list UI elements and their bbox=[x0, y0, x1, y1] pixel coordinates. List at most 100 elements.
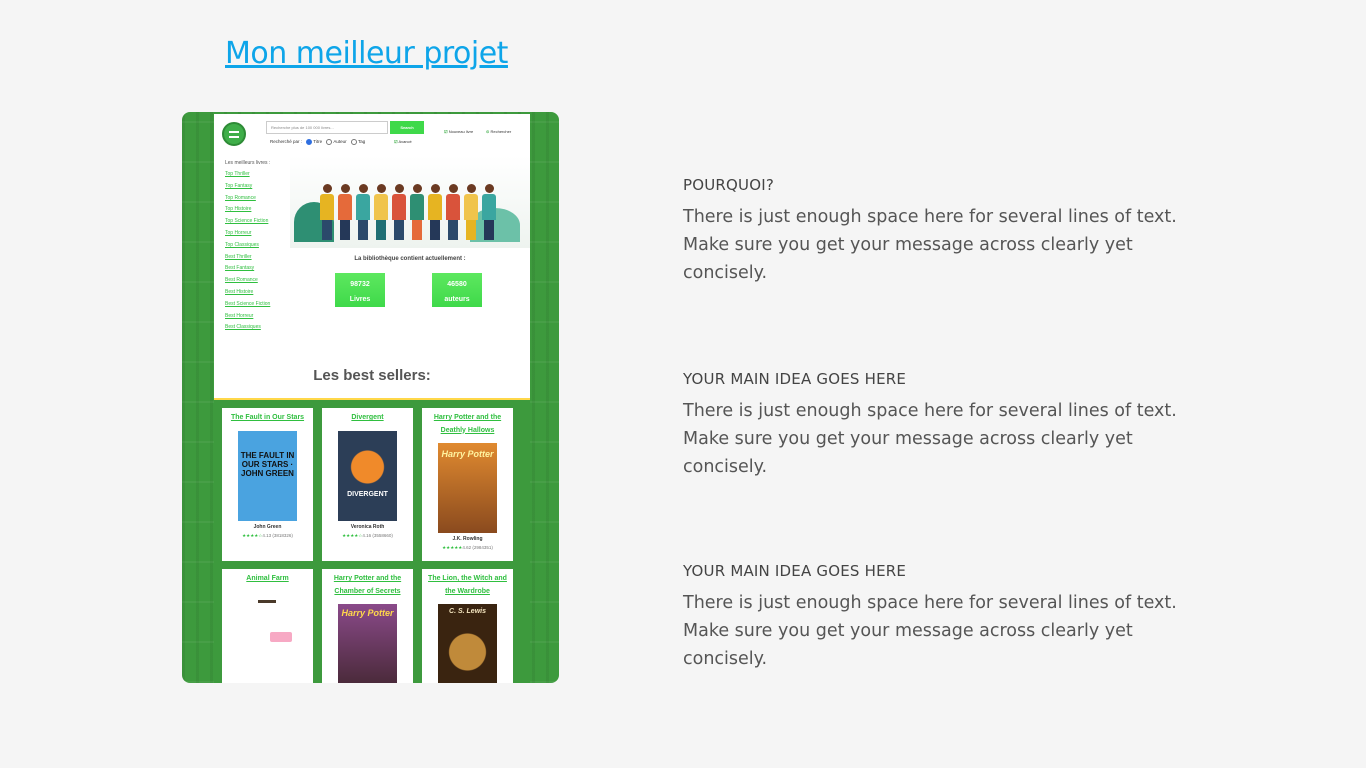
book-cover-text: THE FAULT IN OUR STARS · JOHN GREEN bbox=[240, 450, 295, 478]
project-screenshot: Recherche plus de 100 000 livres... Sear… bbox=[182, 112, 559, 683]
authors-count-badge: 46580 auteurs bbox=[432, 273, 482, 307]
sidebar-item[interactable]: Top Romance bbox=[225, 195, 270, 207]
rating-stars-icon: ★★★★☆ bbox=[242, 532, 263, 538]
checkbox-icon: ☑ bbox=[444, 129, 448, 134]
rating-value: 4.16 (3558660) bbox=[362, 532, 393, 538]
sidebar-item[interactable]: Top Science Fiction bbox=[225, 218, 270, 230]
book-title-link[interactable]: Harry Potter and the Deathly Hallows bbox=[422, 408, 513, 437]
book-card[interactable]: Divergent DIVERGENT Veronica Roth ★★★★☆4… bbox=[322, 408, 413, 561]
reader-figure bbox=[428, 184, 442, 240]
book-cover-text: Harry Potter bbox=[341, 608, 394, 618]
sidebar-item[interactable]: Best Horreur bbox=[225, 313, 270, 325]
library-count-text: La bibliothèque contient actuellement : bbox=[354, 256, 466, 262]
reader-figure bbox=[320, 184, 334, 240]
sidebar-item[interactable]: Top Fantasy bbox=[225, 183, 270, 195]
rating-value: 4.62 (2984351) bbox=[462, 545, 493, 550]
reader-figure bbox=[374, 184, 388, 240]
advanced-label: Avancé bbox=[398, 139, 412, 144]
search-link-label: Rechercher bbox=[490, 129, 512, 134]
search-input[interactable]: Recherche plus de 100 000 livres... bbox=[266, 121, 388, 134]
reader-figure bbox=[446, 184, 460, 240]
section-heading: YOUR MAIN IDEA GOES HERE bbox=[683, 562, 907, 580]
sidebar-title: Les meilleurs livres : bbox=[225, 160, 271, 166]
sidebar-item[interactable]: Best Romance bbox=[225, 277, 270, 289]
book-title-link[interactable]: Harry Potter and the Chamber of Secrets bbox=[322, 569, 413, 598]
rating-stars-icon: ★★★★★ bbox=[442, 545, 463, 550]
section-body: There is just enough space here for seve… bbox=[683, 207, 1177, 283]
book-author: John Green bbox=[253, 523, 282, 530]
radio-author-label: Auteur bbox=[333, 139, 347, 145]
sidebar-item[interactable]: Best Fantasy bbox=[225, 265, 270, 277]
book-card[interactable]: Harry Potter and the Deathly Hallows Har… bbox=[422, 408, 513, 561]
new-book-label: Nouveau livre bbox=[448, 129, 474, 134]
readers-illustration bbox=[290, 156, 530, 248]
cover-pink-shape bbox=[270, 631, 292, 642]
reader-figure bbox=[482, 184, 496, 240]
books-count-label: Livres bbox=[349, 296, 371, 303]
book-cover-text: DIVERGENT bbox=[347, 490, 388, 498]
section-heading: POURQUOI? bbox=[683, 176, 775, 194]
book-cover-text: Harry Potter bbox=[441, 449, 494, 459]
book-cover-image: Harry Potter bbox=[438, 443, 497, 533]
radio-author[interactable] bbox=[326, 139, 333, 145]
book-rating: ★★★★★4.62 (2984351) bbox=[422, 545, 513, 551]
best-sellers-heading: Les best sellers: bbox=[313, 367, 431, 384]
reader-figure bbox=[392, 184, 406, 240]
search-link[interactable]: ⊙ Rechercher bbox=[486, 129, 511, 134]
rating-stars-icon: ★★★★☆ bbox=[342, 532, 363, 538]
radio-tag-label: Tag bbox=[357, 139, 366, 145]
radio-title[interactable] bbox=[306, 139, 313, 145]
book-title-link[interactable]: The Fault in Our Stars bbox=[222, 408, 313, 425]
sidebar-item[interactable]: Best Science Fiction bbox=[225, 301, 270, 313]
book-title-link[interactable]: The Lion, the Witch and the Wardrobe bbox=[422, 569, 513, 598]
book-card[interactable]: The Fault in Our Stars THE FAULT IN OUR … bbox=[222, 408, 313, 561]
radio-title-label: Titre bbox=[313, 139, 323, 145]
sidebar-item[interactable]: Top Classiques bbox=[225, 242, 270, 254]
search-icon: ⊙ bbox=[486, 129, 490, 134]
section-main-idea-2: YOUR MAIN IDEA GOES HERE There is just e… bbox=[683, 562, 1203, 673]
section-heading: YOUR MAIN IDEA GOES HERE bbox=[683, 370, 907, 388]
sidebar-item[interactable]: Top Histoire bbox=[225, 206, 270, 218]
sidebar-list: Top Thriller Top Fantasy Top Romance Top… bbox=[225, 171, 270, 336]
authors-count-value: 46580 bbox=[447, 281, 467, 288]
sidebar-item[interactable]: Best Classiques bbox=[225, 324, 270, 336]
sidebar-item[interactable]: Top Horreur bbox=[225, 230, 270, 242]
book-title-link[interactable]: Divergent bbox=[322, 408, 413, 425]
authors-count-label: auteurs bbox=[444, 296, 470, 303]
book-author: Veronica Roth bbox=[350, 523, 385, 530]
advanced-link[interactable]: ☑ Avancé bbox=[394, 139, 412, 144]
sidebar-item[interactable]: Top Thriller bbox=[225, 171, 270, 183]
search-by-options: Recherché par : Titre Auteur Tag bbox=[270, 139, 365, 145]
book-title-link[interactable]: Animal Farm bbox=[222, 569, 313, 586]
sidebar-item[interactable]: Best Histoire bbox=[225, 289, 270, 301]
books-count-badge: 98732 Livres bbox=[335, 273, 385, 307]
book-cover-image bbox=[238, 591, 297, 662]
sidebar-item[interactable]: Best Thriller bbox=[225, 254, 270, 266]
reader-figure bbox=[410, 184, 424, 240]
books-count-value: 98732 bbox=[350, 281, 370, 288]
book-cover-text: C. S. Lewis bbox=[449, 608, 486, 615]
cover-bar bbox=[258, 599, 276, 603]
search-button[interactable]: Search bbox=[390, 121, 424, 134]
library-logo-icon bbox=[222, 122, 246, 146]
search-by-label: Recherché par : bbox=[270, 139, 303, 145]
new-book-link[interactable]: ☑ Nouveau livre bbox=[444, 129, 473, 134]
section-main-idea-1: YOUR MAIN IDEA GOES HERE There is just e… bbox=[683, 370, 1203, 481]
book-cover-image: C. S. Lewis bbox=[438, 604, 497, 683]
book-card[interactable]: Animal Farm bbox=[222, 569, 313, 683]
section-body: There is just enough space here for seve… bbox=[683, 593, 1177, 669]
reader-figure bbox=[338, 184, 352, 240]
book-cover-image: THE FAULT IN OUR STARS · JOHN GREEN bbox=[238, 430, 297, 521]
book-rating: ★★★★☆4.13 (3818326) bbox=[222, 533, 313, 539]
reader-figure bbox=[356, 184, 370, 240]
book-author: J.K. Rowling bbox=[452, 536, 483, 542]
website-preview: Recherche plus de 100 000 livres... Sear… bbox=[214, 114, 530, 683]
reader-figure bbox=[464, 184, 478, 240]
section-why: POURQUOI? There is just enough space her… bbox=[683, 176, 1203, 287]
book-card[interactable]: Harry Potter and the Chamber of Secrets … bbox=[322, 569, 413, 683]
book-rating: ★★★★☆4.16 (3558660) bbox=[322, 533, 413, 539]
page-title-link[interactable]: Mon meilleur projet bbox=[225, 36, 508, 71]
book-card[interactable]: The Lion, the Witch and the Wardrobe C. … bbox=[422, 569, 513, 683]
radio-tag[interactable] bbox=[350, 139, 357, 145]
section-body: There is just enough space here for seve… bbox=[683, 401, 1177, 477]
